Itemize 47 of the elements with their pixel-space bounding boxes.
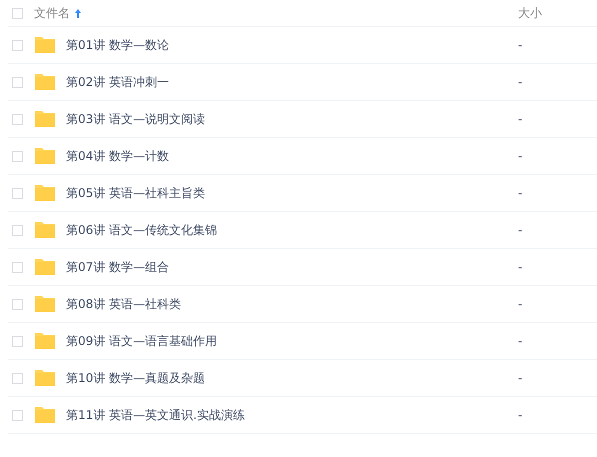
file-name[interactable]: 第09讲 语文—语言基础作用	[66, 332, 218, 350]
file-name[interactable]: 第02讲 英语冲刺一	[66, 74, 170, 90]
checkbox[interactable]	[12, 372, 23, 384]
file-name[interactable]: 第05讲 英语—社科主旨类	[66, 184, 206, 202]
checkbox[interactable]	[12, 336, 23, 346]
file-name[interactable]: 第07讲 数学—组合	[66, 258, 170, 276]
folder-icon	[34, 73, 56, 91]
file-size: -	[517, 408, 524, 422]
file-size: -	[517, 223, 524, 237]
folder-icon	[34, 221, 56, 239]
checkbox[interactable]	[12, 188, 23, 198]
folder-icon	[34, 295, 56, 313]
file-size: -	[517, 260, 524, 274]
file-size: -	[517, 75, 524, 89]
checkbox[interactable]	[12, 8, 23, 18]
folder-icon	[34, 332, 56, 350]
folder-icon	[34, 110, 56, 128]
file-name[interactable]: 第01讲 数学—数论	[66, 36, 170, 54]
checkbox[interactable]	[12, 76, 23, 88]
folder-icon	[34, 258, 56, 276]
checkbox[interactable]	[12, 224, 23, 236]
checkbox[interactable]	[12, 150, 23, 162]
folder-icon	[34, 147, 56, 165]
checkbox[interactable]	[12, 40, 23, 50]
folder-icon	[34, 406, 56, 424]
checkbox[interactable]	[12, 410, 23, 420]
column-header[interactable]: 文件名	[34, 4, 70, 22]
folder-icon	[34, 369, 56, 387]
file-name[interactable]: 第04讲 数学—计数	[66, 148, 170, 164]
checkbox[interactable]	[12, 114, 23, 124]
checkbox[interactable]	[12, 298, 23, 310]
file-size: -	[517, 371, 524, 385]
folder-icon	[34, 184, 56, 202]
checkbox[interactable]	[12, 262, 23, 272]
file-name[interactable]: 第10讲 数学—真题及杂题	[66, 370, 206, 386]
file-name[interactable]: 第08讲 英语—社科类	[66, 296, 182, 312]
file-size: -	[517, 297, 524, 311]
file-size: -	[517, 38, 524, 52]
file-size: -	[517, 334, 524, 348]
file-size: -	[517, 186, 524, 200]
column-header[interactable]: 大小	[511, 4, 597, 22]
file-name[interactable]: 第06讲 语文—传统文化集锦	[66, 222, 218, 238]
file-name[interactable]: 第03讲 语文—说明文阅读	[66, 110, 206, 128]
file-name[interactable]: 第11讲 英语—英文通识.实战演练	[66, 406, 245, 424]
file-size: -	[517, 112, 524, 126]
file-size: -	[517, 149, 524, 163]
folder-icon	[34, 36, 56, 54]
